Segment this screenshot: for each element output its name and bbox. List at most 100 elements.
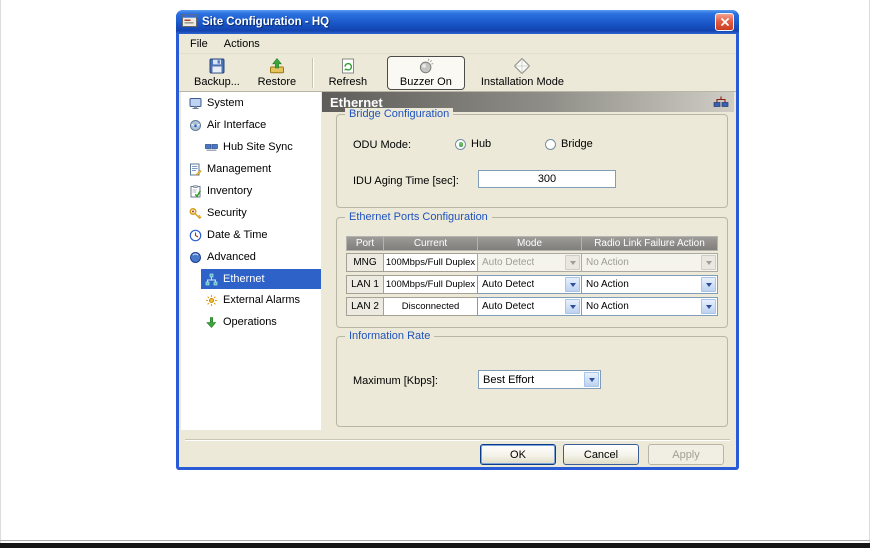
restore-label: Restore (257, 76, 297, 88)
chevron-down-icon (565, 255, 580, 270)
maximum-kbps-select[interactable]: Best Effort (478, 370, 601, 389)
sidebar-item-management[interactable]: Management (181, 158, 321, 180)
backup-button[interactable]: Backup... (186, 56, 248, 90)
sidebar-item-label: Ethernet (223, 273, 265, 285)
combo-value: Auto Detect (482, 279, 535, 290)
backup-label: Backup... (194, 76, 240, 88)
sidebar-item-inventory[interactable]: Inventory (181, 180, 321, 202)
sidebar-item-external-alarms[interactable]: External Alarms (181, 289, 321, 311)
col-header-current: Current (383, 236, 478, 251)
idu-aging-time-input[interactable] (478, 170, 616, 188)
odu-mode-bridge-radio[interactable]: Bridge (545, 138, 593, 150)
combo-value: No Action (586, 301, 629, 312)
ports-table: Port Current Mode Radio Link Failure Act… (346, 236, 718, 319)
close-icon (720, 18, 729, 26)
refresh-icon (341, 58, 354, 74)
installation-mode-label: Installation Mode (480, 76, 564, 88)
ports-table-header: Port Current Mode Radio Link Failure Act… (346, 236, 718, 251)
restore-button[interactable]: Restore (248, 56, 306, 90)
group-title: Information Rate (345, 330, 435, 342)
lan1-mode-select[interactable]: Auto Detect (477, 275, 582, 294)
sidebar-item-date-time[interactable]: Date & Time (181, 224, 321, 246)
apply-button: Apply (648, 444, 724, 465)
backup-icon (209, 58, 225, 74)
maximum-kbps-label: Maximum [Kbps]: (353, 375, 438, 387)
advanced-icon (190, 251, 201, 263)
management-icon (190, 163, 202, 176)
combo-value: Auto Detect (482, 301, 535, 312)
sidebar-item-air-interface[interactable]: Air Interface (181, 114, 321, 136)
sidebar: System Air Interface Hub Site Sync Manag… (181, 92, 321, 430)
refresh-button[interactable]: Refresh (319, 56, 377, 90)
external-alarms-icon (206, 294, 217, 306)
chevron-down-icon (701, 299, 716, 314)
sidebar-item-system[interactable]: System (181, 92, 321, 114)
radio-button-icon (545, 138, 556, 150)
table-row-lan1: LAN 1 100Mbps/Full Duplex Auto Detect No… (346, 275, 718, 294)
combo-value: Auto Detect (482, 257, 535, 268)
odu-mode-label: ODU Mode: (353, 139, 412, 151)
sidebar-item-label: Advanced (207, 251, 256, 263)
installation-mode-icon (514, 57, 531, 75)
window-title: Site Configuration - HQ (202, 16, 330, 28)
security-icon (189, 207, 202, 219)
odu-mode-hub-radio[interactable]: Hub (455, 138, 491, 150)
current-cell: Disconnected (383, 297, 478, 316)
ethernet-icon (205, 273, 218, 285)
ethernet-header-icon (713, 95, 729, 111)
toolbar-separator (311, 57, 313, 88)
hub-radio-label: Hub (471, 138, 492, 150)
combo-value: No Action (586, 257, 629, 268)
ok-button[interactable]: OK (480, 444, 556, 465)
lan1-failure-action-select[interactable]: No Action (581, 275, 718, 294)
air-interface-icon (190, 119, 201, 131)
port-cell: LAN 1 (346, 275, 384, 294)
sidebar-item-label: Hub Site Sync (223, 141, 293, 153)
bridge-configuration-group: Bridge Configuration ODU Mode: Hub Bridg… (336, 108, 728, 208)
information-rate-group: Information Rate Maximum [Kbps]: Best Ef… (336, 330, 728, 427)
restore-icon (269, 58, 284, 74)
lan2-mode-select[interactable]: Auto Detect (477, 297, 582, 316)
table-row-lan2: LAN 2 Disconnected Auto Detect No Action (346, 297, 718, 316)
system-icon (189, 97, 202, 109)
sidebar-item-label: Inventory (207, 185, 253, 197)
buzzer-icon (419, 58, 434, 73)
menu-actions[interactable]: Actions (216, 36, 268, 52)
chevron-down-icon (701, 255, 716, 270)
sidebar-item-operations[interactable]: Operations (181, 311, 321, 333)
col-header-radio-link-failure-action: Radio Link Failure Action (581, 236, 718, 251)
titlebar[interactable]: Site Configuration - HQ (176, 10, 739, 34)
lan2-failure-action-select[interactable]: No Action (581, 297, 718, 316)
bridge-radio-label: Bridge (561, 138, 593, 150)
group-title: Ethernet Ports Configuration (345, 211, 492, 223)
inventory-icon (190, 184, 202, 198)
ethernet-ports-group: Ethernet Ports Configuration Port Curren… (336, 211, 728, 328)
chevron-down-icon (584, 372, 599, 387)
hub-site-sync-icon (205, 143, 218, 151)
sidebar-item-label: Security (207, 207, 247, 219)
chevron-down-icon (565, 299, 580, 314)
operations-icon (206, 316, 217, 328)
radio-button-icon (455, 138, 466, 150)
sidebar-item-label: Operations (223, 316, 277, 328)
buzzer-toggle-button[interactable]: Buzzer On (386, 55, 465, 90)
port-cell: LAN 2 (346, 297, 384, 316)
sidebar-item-security[interactable]: Security (181, 202, 321, 224)
close-button[interactable] (715, 13, 734, 31)
window-body: System Air Interface Hub Site Sync Manag… (179, 92, 736, 467)
toolbar: Backup... Restore Refresh Buzzer On Inst… (179, 54, 736, 92)
cancel-button[interactable]: Cancel (563, 444, 639, 465)
clock-icon (189, 229, 202, 241)
page-bottom-bar (0, 543, 870, 548)
menu-file[interactable]: File (182, 36, 216, 52)
combo-value: No Action (586, 279, 629, 290)
installation-mode-button[interactable]: Installation Mode (473, 56, 572, 90)
sidebar-item-advanced[interactable]: Advanced (181, 246, 321, 268)
page-border-left (0, 0, 1, 548)
sidebar-item-label: System (207, 97, 244, 109)
mng-mode-select: Auto Detect (477, 253, 582, 272)
col-header-port: Port (346, 236, 384, 251)
sidebar-item-hub-site-sync[interactable]: Hub Site Sync (181, 136, 321, 158)
sidebar-item-ethernet[interactable]: Ethernet (201, 269, 321, 289)
sidebar-item-label: Air Interface (207, 119, 267, 131)
